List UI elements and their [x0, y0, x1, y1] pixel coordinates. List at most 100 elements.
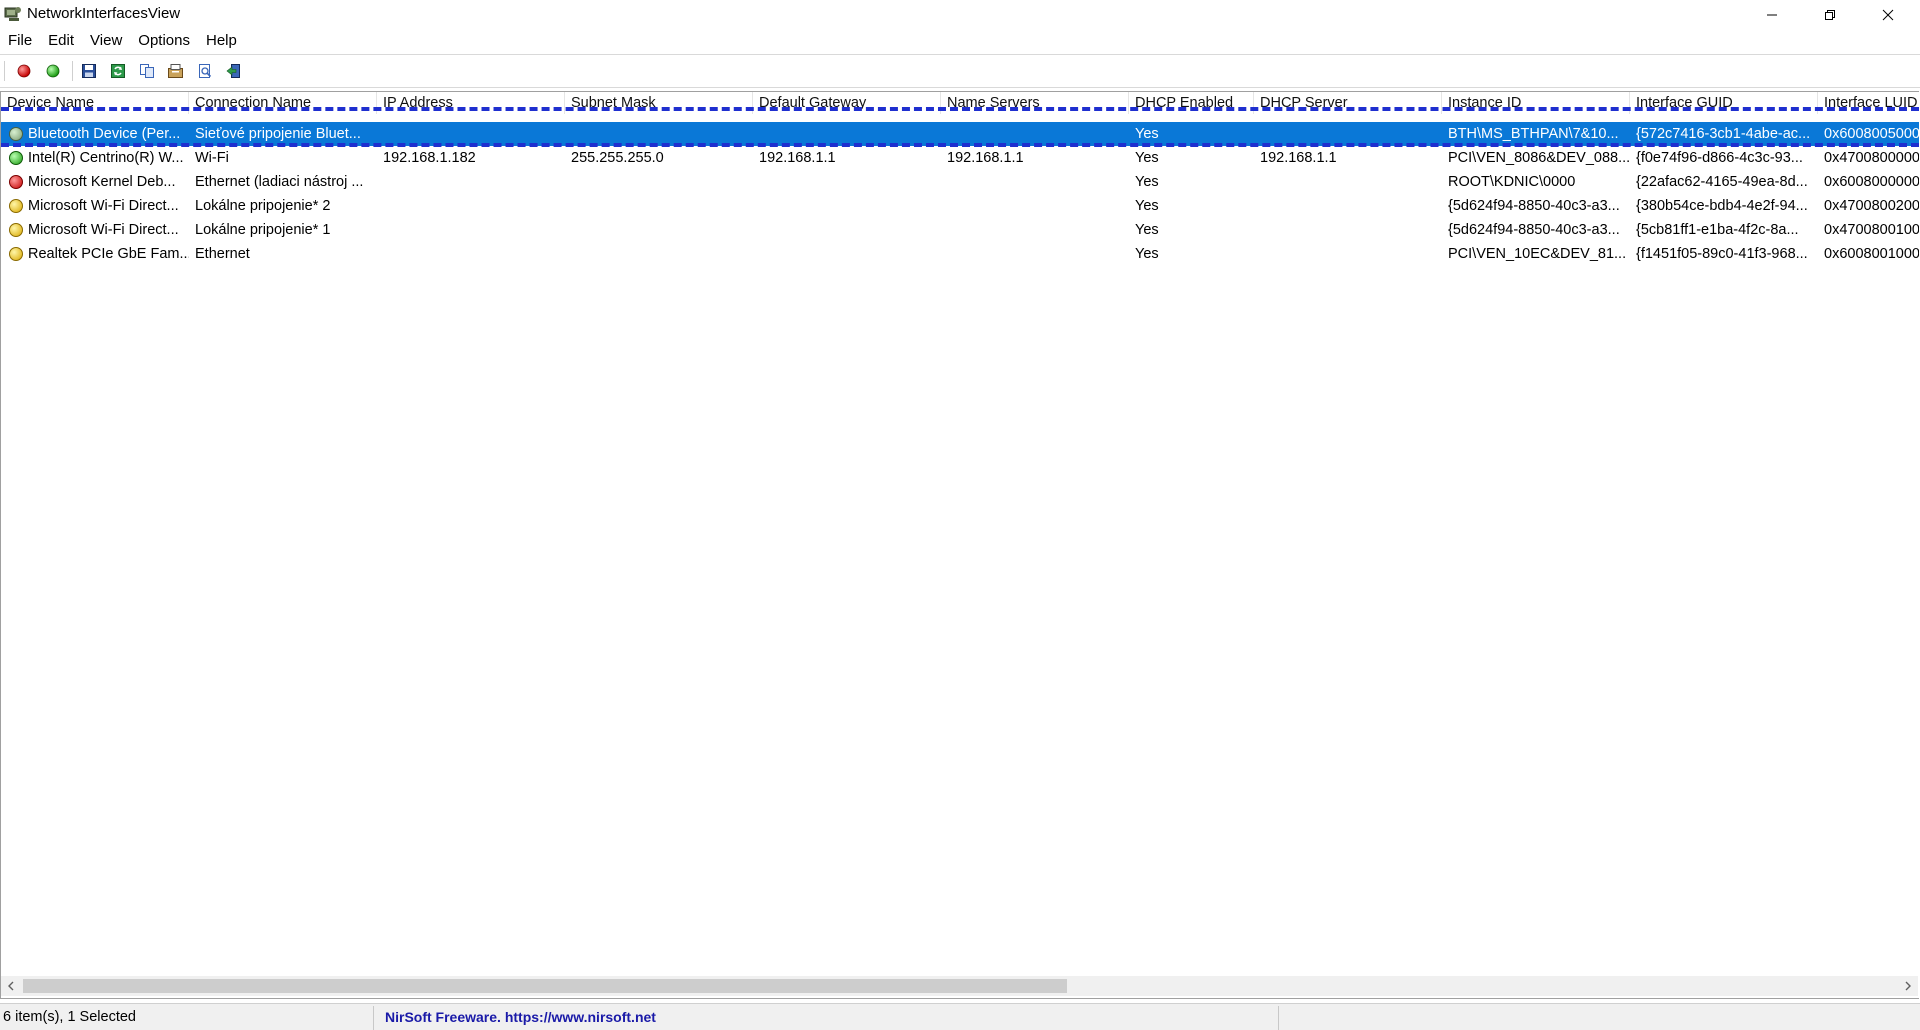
- cell-interface-guid: {5cb81ff1-e1ba-4f2c-8a...: [1636, 222, 1799, 238]
- cell-default-gateway: 192.168.1.1: [759, 150, 836, 166]
- status-item-count: 6 item(s), 1 Selected: [3, 1009, 136, 1025]
- cell-dhcp-enabled: Yes: [1135, 174, 1159, 190]
- cell-interface-luid: 0x47008002000: [1824, 198, 1919, 214]
- table-row[interactable]: Microsoft Kernel Deb... Ethernet (ladiac…: [1, 170, 1919, 194]
- cell-device-name: Microsoft Kernel Deb...: [28, 174, 176, 190]
- table-row[interactable]: Microsoft Wi-Fi Direct... Lokálne pripoj…: [1, 218, 1919, 242]
- cell-connection-name: Ethernet: [195, 246, 250, 262]
- toolbar: [0, 54, 1920, 88]
- restore-button[interactable]: [1801, 0, 1859, 30]
- cell-default-gateway: [753, 194, 941, 218]
- scroll-right-button[interactable]: [1898, 976, 1918, 996]
- menu-file[interactable]: File: [0, 30, 40, 52]
- cell-subnet-mask: [565, 170, 753, 194]
- restore-icon: [1825, 10, 1835, 20]
- nirsoft-link-text[interactable]: NirSoft Freeware. https://www.nirsoft.ne…: [385, 1009, 656, 1025]
- cell-interface-guid: {22afac62-4165-49ea-8d...: [1636, 174, 1808, 190]
- cell-name-servers: [941, 170, 1129, 194]
- cell-subnet-mask: [565, 194, 753, 218]
- status-bar: 6 item(s), 1 Selected NirSoft Freeware. …: [0, 1003, 1920, 1030]
- cell-interface-luid: 0x47008001000: [1824, 222, 1919, 238]
- status-separator: [373, 1006, 374, 1030]
- minimize-button[interactable]: [1743, 0, 1801, 30]
- close-button[interactable]: [1859, 0, 1917, 30]
- cell-dhcp-server: [1254, 218, 1442, 242]
- cell-dhcp-server: [1254, 170, 1442, 194]
- cell-interface-luid: 0x60080000000: [1824, 174, 1919, 190]
- html-report-button[interactable]: [194, 61, 216, 81]
- scrollbar-thumb[interactable]: [23, 979, 1067, 993]
- cell-dhcp-enabled: Yes: [1135, 150, 1159, 166]
- refresh-button[interactable]: [107, 61, 129, 81]
- cell-subnet-mask: [565, 218, 753, 242]
- status-separator: [1278, 1006, 1279, 1030]
- exit-icon: [226, 64, 240, 78]
- chevron-right-icon: [1905, 981, 1911, 991]
- chevron-left-icon: [8, 981, 14, 991]
- cell-instance-id: {5d624f94-8850-40c3-a3...: [1448, 222, 1620, 238]
- toolbar-separator: [4, 61, 5, 81]
- cell-device-name: Realtek PCIe GbE Fam...: [28, 246, 189, 262]
- menu-help[interactable]: Help: [198, 30, 245, 52]
- cell-dhcp-enabled: Yes: [1135, 198, 1159, 214]
- toolbar-separator: [72, 61, 73, 81]
- cell-dhcp-server: [1254, 194, 1442, 218]
- table-row[interactable]: Microsoft Wi-Fi Direct... Lokálne pripoj…: [1, 194, 1919, 218]
- menu-view[interactable]: View: [82, 30, 130, 52]
- cell-subnet-mask: [565, 242, 753, 266]
- cell-device-name: Microsoft Wi-Fi Direct...: [28, 198, 179, 214]
- properties-button[interactable]: [165, 61, 187, 81]
- table-row[interactable]: Intel(R) Centrino(R) W... Wi-Fi 192.168.…: [1, 146, 1919, 170]
- green-dot-enable-icon: [46, 64, 60, 78]
- cell-interface-guid: {f1451f05-89c0-41f3-968...: [1636, 246, 1808, 262]
- refresh-icon: [111, 64, 125, 78]
- cell-instance-id: PCI\VEN_8086&DEV_088...: [1448, 150, 1630, 166]
- cell-connection-name: Wi-Fi: [195, 150, 229, 166]
- copy-icon: [140, 64, 154, 78]
- app-window: NetworkInterfacesView File Edit View Opt…: [0, 0, 1920, 1030]
- cell-ip-address: [377, 218, 565, 242]
- title-bar[interactable]: NetworkInterfacesView: [0, 0, 1920, 30]
- scroll-left-button[interactable]: [1, 976, 21, 996]
- table-row[interactable]: Realtek PCIe GbE Fam... Ethernet Yes PCI…: [1, 242, 1919, 266]
- cell-instance-id: PCI\VEN_10EC&DEV_81...: [1448, 246, 1627, 262]
- cell-default-gateway: [753, 170, 941, 194]
- disable-button[interactable]: [13, 61, 35, 81]
- nirsoft-link[interactable]: NirSoft Freeware. https://www.nirsoft.ne…: [382, 1004, 1272, 1030]
- cell-interface-luid: 0x60080010000: [1824, 246, 1919, 262]
- save-icon: [82, 64, 96, 78]
- copy-button[interactable]: [136, 61, 158, 81]
- properties-icon: [168, 64, 183, 78]
- cell-interface-guid: {380b54ce-bdb4-4e2f-94...: [1636, 198, 1808, 214]
- cell-name-servers: 192.168.1.1: [947, 150, 1024, 166]
- cell-interface-luid: 0x47008000000: [1824, 150, 1919, 166]
- cell-ip-address: [377, 170, 565, 194]
- exit-button[interactable]: [223, 61, 245, 81]
- cell-connection-name: Lokálne pripojenie* 2: [195, 198, 331, 214]
- cell-instance-id: {5d624f94-8850-40c3-a3...: [1448, 198, 1620, 214]
- enable-button[interactable]: [42, 61, 64, 81]
- cell-name-servers: [941, 194, 1129, 218]
- menu-bar: File Edit View Options Help: [0, 30, 1920, 52]
- close-icon: [1882, 9, 1894, 21]
- cell-interface-guid: {f0e74f96-d866-4c3c-93...: [1636, 150, 1803, 166]
- menu-options[interactable]: Options: [130, 30, 198, 52]
- save-button[interactable]: [78, 61, 100, 81]
- cell-dhcp-enabled: Yes: [1135, 246, 1159, 262]
- html-report-icon: [199, 64, 212, 78]
- horizontal-scrollbar[interactable]: [1, 976, 1918, 996]
- cell-default-gateway: [753, 242, 941, 266]
- cell-device-name: Intel(R) Centrino(R) W...: [28, 150, 184, 166]
- cell-ip-address: [377, 194, 565, 218]
- cell-name-servers: [941, 218, 1129, 242]
- cell-name-servers: [941, 242, 1129, 266]
- interfaces-list-view[interactable]: Device Name Connection Name IP Address S…: [0, 91, 1919, 999]
- cell-dhcp-enabled: Yes: [1135, 222, 1159, 238]
- cell-dhcp-server: 192.168.1.1: [1260, 150, 1337, 166]
- menu-edit[interactable]: Edit: [40, 30, 82, 52]
- cell-instance-id: ROOT\KDNIC\0000: [1448, 174, 1576, 190]
- cell-dhcp-server: [1254, 242, 1442, 266]
- cell-subnet-mask: 255.255.255.0: [571, 150, 664, 166]
- cell-ip-address: 192.168.1.182: [383, 150, 476, 166]
- cell-ip-address: [377, 242, 565, 266]
